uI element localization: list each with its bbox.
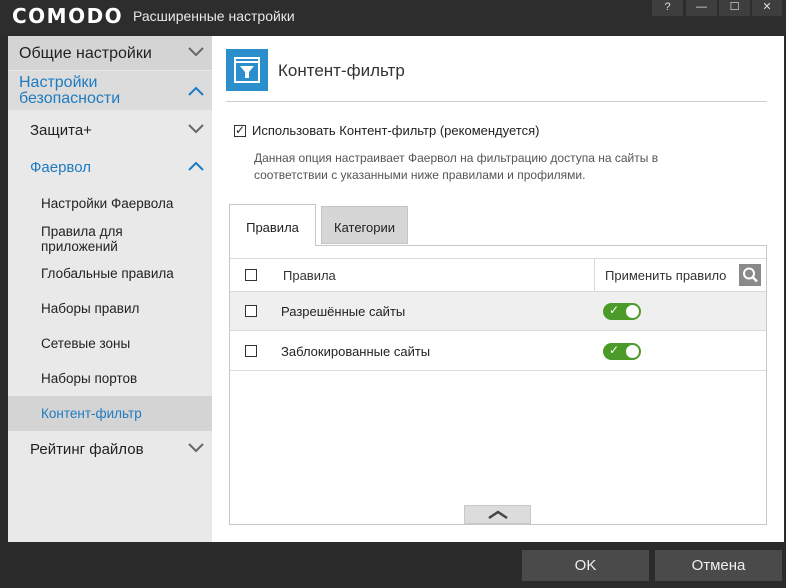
rule-name: Заблокированные сайты [281, 344, 431, 359]
sidebar-item-label: Настройки безопасности [19, 74, 121, 107]
sidebar-item-label: Наборы портов [41, 371, 138, 386]
use-content-filter-checkbox[interactable] [234, 123, 246, 137]
sidebar-item-label: Настройки Фаервола [41, 196, 174, 211]
use-content-filter-label[interactable]: Использовать Контент-фильтр (рекомендует… [252, 123, 539, 138]
select-all-checkbox[interactable] [245, 269, 257, 281]
sidebar-item-rulesets[interactable]: Наборы правил [8, 292, 212, 324]
column-header-rules[interactable]: Правила [283, 268, 336, 283]
sidebar: Общие настройки Настройки безопасности З… [8, 36, 212, 542]
minimize-button[interactable]: — [686, 0, 717, 16]
check-icon: ✓ [609, 343, 620, 357]
collapse-panel-button[interactable] [464, 505, 531, 524]
row-checkbox[interactable] [245, 345, 257, 357]
help-button[interactable]: ? [652, 0, 683, 16]
table-row[interactable]: Заблокированные сайты ✓ [230, 332, 766, 371]
table-row[interactable]: Разрешённые сайты ✓ [230, 292, 766, 331]
sidebar-item-content-filter[interactable]: Контент-фильтр [8, 396, 212, 431]
sidebar-item-app-rules[interactable]: Правила для приложений [8, 220, 212, 256]
title-bar: COMODO Расширенные настройки ? — ☐ ✕ [0, 0, 786, 34]
close-button[interactable]: ✕ [752, 0, 782, 16]
sidebar-item-label: Глобальные правила [41, 266, 174, 281]
page-title: Контент-фильтр [278, 61, 405, 80]
tab-label: Категории [334, 220, 395, 235]
sidebar-item-label: Наборы правил [41, 301, 140, 316]
sidebar-item-network-zones[interactable]: Сетевые зоны [8, 327, 212, 359]
option-description: Данная опция настраивает Фаервол на филь… [254, 151, 659, 182]
toggle-knob [626, 305, 639, 318]
maximize-button[interactable]: ☐ [719, 0, 750, 16]
cancel-button[interactable]: Отмена [655, 550, 782, 581]
check-icon: ✓ [609, 303, 620, 317]
column-header-apply-rule[interactable]: Применить правило [605, 268, 726, 283]
chevron-down-icon [188, 443, 204, 453]
column-divider [594, 259, 595, 291]
sidebar-item-protection[interactable]: Защита+ [8, 112, 212, 148]
chevron-up-icon [188, 86, 204, 96]
sidebar-item-firewall[interactable]: Фаервол [8, 149, 212, 185]
toggle-knob [626, 345, 639, 358]
chevron-down-icon [188, 124, 204, 134]
table-header: Правила Применить правило [230, 258, 766, 292]
sidebar-item-general[interactable]: Общие настройки [8, 36, 212, 70]
tab-categories[interactable]: Категории [321, 206, 408, 244]
sidebar-item-label: Сетевые зоны [41, 336, 131, 351]
window-frame: Общие настройки Настройки безопасности З… [8, 36, 784, 542]
sidebar-item-global-rules[interactable]: Глобальные правила [8, 257, 212, 289]
apply-rule-toggle[interactable]: ✓ [603, 303, 641, 320]
sidebar-item-label: Фаервол [30, 159, 91, 176]
sidebar-item-label: Правила для приложений [41, 224, 123, 254]
apply-rule-toggle[interactable]: ✓ [603, 343, 641, 360]
chevron-up-icon [488, 510, 508, 520]
ok-button[interactable]: OK [522, 550, 649, 581]
sidebar-item-label: Защита+ [30, 122, 92, 139]
content-filter-icon [226, 49, 268, 91]
sidebar-item-label: Контент-фильтр [41, 406, 142, 421]
sidebar-item-security[interactable]: Настройки безопасности [8, 71, 212, 110]
sidebar-item-file-rating[interactable]: Рейтинг файлов [8, 433, 212, 467]
row-checkbox[interactable] [245, 305, 257, 317]
sidebar-item-port-sets[interactable]: Наборы портов [8, 362, 212, 394]
search-button[interactable] [739, 264, 761, 286]
sidebar-item-label: Общие настройки [19, 45, 152, 62]
chevron-up-icon [188, 161, 204, 171]
chevron-down-icon [188, 47, 204, 57]
app-logo: COMODO [12, 4, 124, 28]
tab-rules[interactable]: Правила [229, 204, 316, 246]
search-icon [743, 267, 758, 283]
content-panel: Контент-фильтр Использовать Контент-филь… [212, 36, 784, 542]
sidebar-item-firewall-settings[interactable]: Настройки Фаервола [8, 187, 212, 219]
tab-label: Правила [246, 220, 299, 235]
sidebar-item-label: Рейтинг файлов [30, 441, 144, 458]
rule-name: Разрешённые сайты [281, 304, 406, 319]
header-divider [226, 101, 767, 102]
rules-table: Правила Применить правило Разрешённые са… [229, 245, 767, 525]
window-title: Расширенные настройки [133, 8, 295, 24]
